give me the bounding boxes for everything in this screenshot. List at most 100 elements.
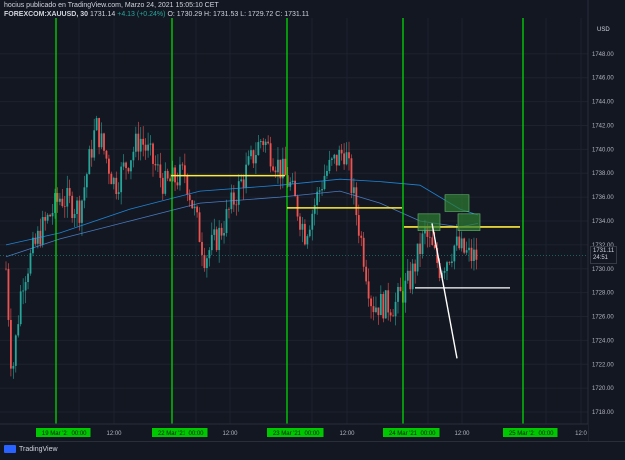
candle-body [76, 200, 78, 214]
symbol-name: FOREXCOM:XAUUSD, 30 [4, 11, 89, 18]
candle-body [206, 258, 208, 269]
candle-body [321, 189, 323, 191]
time-tick-label: 25 Mar '21 [509, 431, 538, 437]
candle-body [367, 281, 370, 299]
chart-grid [0, 18, 588, 424]
candle-body [169, 178, 172, 182]
candle-body [458, 236, 461, 249]
candle-body [152, 143, 154, 164]
brand-name: TradingView [19, 445, 58, 453]
candle-body [365, 266, 368, 282]
candle-body [294, 180, 296, 197]
price-tick-label: 1734.00 [592, 219, 614, 225]
candle-body [379, 294, 382, 316]
candle-body [451, 261, 453, 263]
candle-body [66, 188, 69, 207]
candle-body [22, 290, 25, 292]
price-tick-label: 1730.00 [592, 267, 614, 273]
candle-body [355, 187, 358, 216]
price-tick-label: 1748.00 [592, 52, 614, 58]
candle-body [348, 152, 350, 159]
candle-body [164, 170, 167, 194]
time-tick-label: 22 Mar '21 [158, 431, 187, 437]
candle-body [357, 215, 360, 236]
candle-body [220, 227, 223, 236]
candle-body [399, 286, 402, 292]
publish-info: hocius publicado en TradingView.com, Mar… [4, 2, 219, 9]
candle-body [81, 200, 83, 223]
candle-body [242, 179, 245, 188]
candle-body [127, 168, 130, 172]
symbol-legend[interactable]: FOREXCOM:XAUUSD, 30 1731.14 +4.13 (+0.24… [4, 11, 309, 18]
last-price: 1731.14 [89, 11, 116, 18]
tradingview-logo[interactable]: TradingView [4, 445, 58, 453]
candle-body [27, 273, 29, 283]
ohlc-values: O: 1730.29 H: 1731.53 L: 1729.72 C: 1731… [167, 11, 309, 18]
tradingview-logo-icon [4, 445, 16, 453]
candle-body [387, 290, 390, 313]
candle-body [299, 216, 301, 230]
candle-body [343, 153, 345, 165]
candle-body [382, 294, 385, 319]
candle-body [85, 174, 88, 188]
time-tick-label: 00:00 [538, 431, 554, 437]
candle-body [49, 214, 51, 217]
candle-body [304, 223, 306, 245]
price-tick-label: 1728.00 [592, 291, 614, 297]
candle-body [19, 291, 22, 325]
candle-body [232, 192, 235, 205]
candle-body [372, 306, 375, 313]
candle-body [134, 133, 137, 152]
price-tick-label: 1720.00 [592, 386, 614, 392]
candle-body [71, 195, 74, 219]
candle-body [68, 188, 71, 196]
candle-body [475, 249, 478, 260]
candle-body [264, 141, 267, 146]
current-price-tag: 1731.11 24:51 [590, 246, 618, 264]
zone-box-2 [444, 194, 470, 212]
candle-body [218, 227, 221, 251]
candle-body [154, 163, 157, 166]
current-price-value: 1731.11 [593, 248, 615, 254]
time-tick-label: 24 Mar '21 [389, 431, 418, 437]
candle-body [284, 158, 287, 176]
candle-body [61, 198, 64, 207]
zone-box-1 [417, 213, 441, 231]
price-tick-label: 1746.00 [592, 76, 614, 82]
candle-body [115, 177, 118, 194]
candle-body [201, 241, 203, 255]
candle-body [340, 149, 343, 154]
time-tick-label: 12:00 [222, 431, 238, 437]
candle-body [267, 141, 270, 144]
candle-body [257, 142, 260, 156]
candle-body [414, 263, 417, 272]
candle-body [463, 238, 466, 253]
trend-line [431, 223, 458, 359]
candle-body [166, 170, 169, 179]
candle-body [240, 179, 243, 182]
candle-body [311, 213, 314, 230]
candle-body [291, 180, 294, 183]
candle-body [10, 319, 12, 369]
candle-body [225, 209, 228, 234]
candle-body [235, 204, 238, 206]
candle-body [213, 229, 216, 235]
candle-body [446, 262, 448, 272]
currency-label: USD [597, 27, 610, 33]
candle-body [100, 133, 103, 148]
candle-body [139, 138, 142, 152]
candle-body [375, 307, 377, 313]
candle-body [196, 206, 198, 213]
candle-body [161, 177, 164, 194]
candle-body [255, 155, 257, 164]
candle-body [308, 229, 311, 237]
candle-body [63, 206, 66, 207]
price-chart[interactable]: 1748.00 1746.00 1744.00 1742.00 1740.00 1738.… [0, 0, 625, 459]
candle-body [269, 143, 272, 167]
candle-body [110, 173, 113, 185]
candle-body [56, 193, 59, 202]
candle-body [252, 150, 255, 164]
candle-body [203, 254, 206, 269]
candlestick-series [5, 115, 478, 379]
candle-body [409, 270, 412, 290]
